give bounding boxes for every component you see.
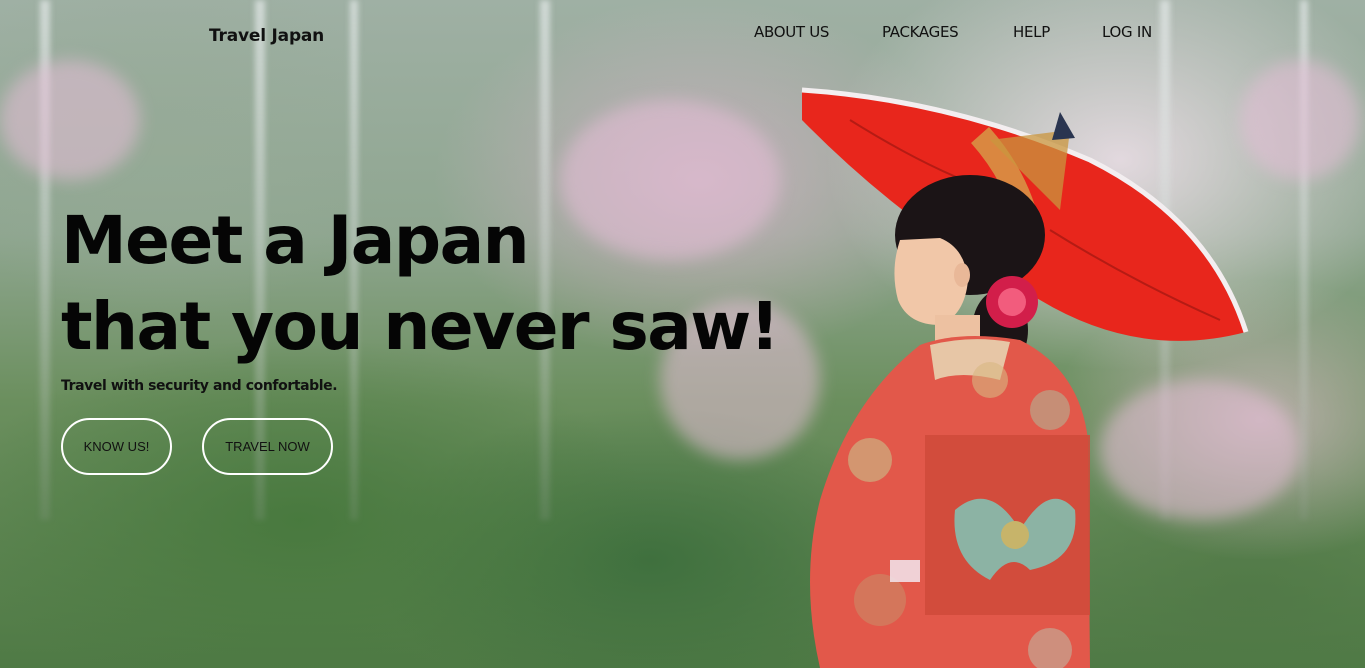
background-blossom <box>0 60 140 180</box>
top-navbar: Travel Japan ABOUT US PACKAGES HELP LOG … <box>0 0 1365 70</box>
brand-logo[interactable]: Travel Japan <box>209 26 324 46</box>
hero-headline: Meet a Japan that you never saw! <box>61 198 780 370</box>
woman-with-umbrella-image <box>801 87 1249 668</box>
travel-now-button[interactable]: TRAVEL NOW <box>202 418 333 475</box>
nav-about-us[interactable]: ABOUT US <box>754 23 829 41</box>
hero-heading-block: Meet a Japan that you never saw! <box>61 198 780 370</box>
nav-help[interactable]: HELP <box>1013 23 1050 41</box>
know-us-button[interactable]: KNOW US! <box>61 418 172 475</box>
hero-headline-line-2: that you never saw! <box>61 288 780 365</box>
nav-packages[interactable]: PACKAGES <box>882 23 959 41</box>
kimono <box>810 336 1090 668</box>
nav-log-in[interactable]: LOG IN <box>1102 23 1152 41</box>
hero-subline: Travel with security and confortable. <box>61 378 338 394</box>
hero-headline-line-1: Meet a Japan <box>61 202 530 279</box>
